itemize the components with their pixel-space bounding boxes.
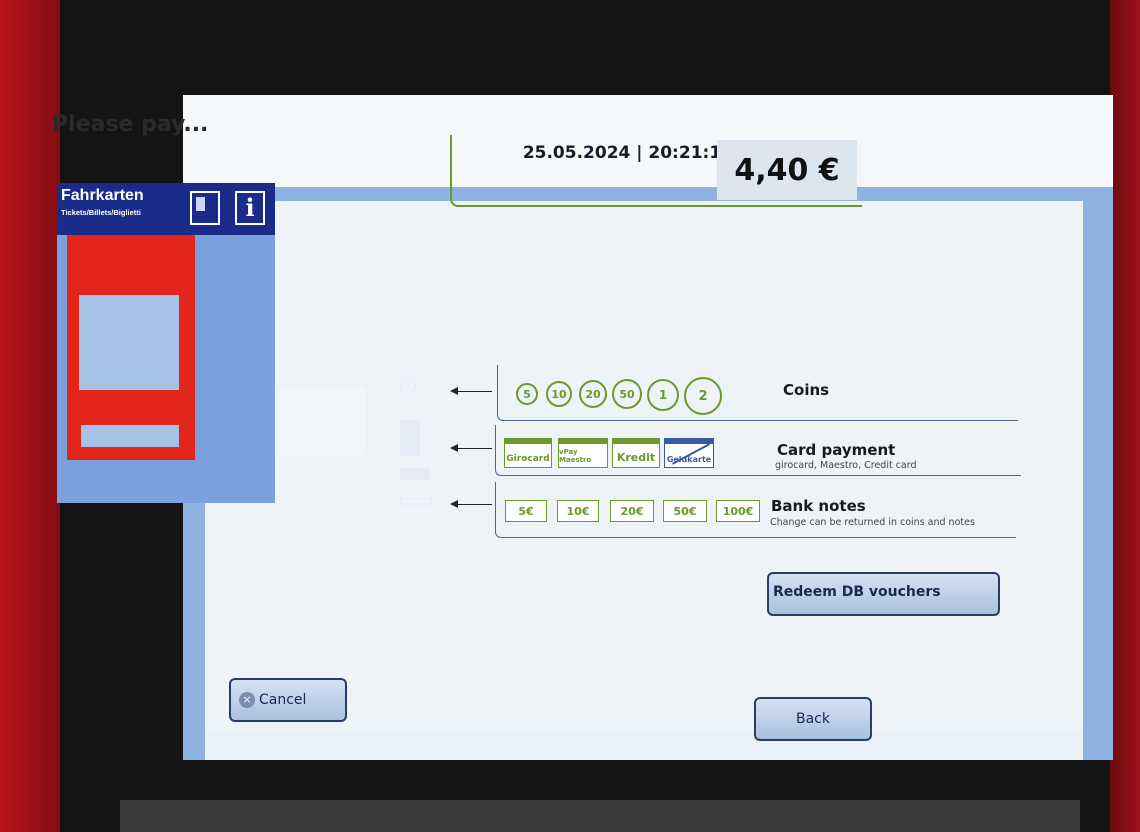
amount-due: 4,40 € <box>717 140 857 200</box>
card-logo-kredit: Kredit <box>612 438 660 468</box>
arrow-left-icon <box>450 500 492 508</box>
card-payment-label: Card payment <box>777 441 896 459</box>
page-title: Please pay... <box>52 112 209 137</box>
card-logo-vpay-maestro: vPay Maestro <box>558 438 608 468</box>
coin-2-euro: 2 <box>684 377 722 415</box>
coins-frame <box>497 365 1018 421</box>
coin-1-euro: 1 <box>647 379 679 411</box>
machine-screen-inner <box>279 387 365 455</box>
arrow-left-icon <box>450 387 492 395</box>
card-logo-girocard: Girocard <box>504 438 552 468</box>
note-100: 100€ <box>716 500 760 522</box>
info-icon: i <box>235 191 265 225</box>
note-5: 5€ <box>505 500 547 522</box>
card-payment-subtitle: girocard, Maestro, Credit card <box>775 460 917 471</box>
close-icon: × <box>239 692 255 708</box>
bank-notes-label: Bank notes <box>771 497 866 515</box>
note-50: 50€ <box>663 500 707 522</box>
back-button[interactable]: Back <box>754 697 872 741</box>
coins-label: Coins <box>783 381 830 399</box>
note-slot-icon <box>400 468 430 480</box>
bank-notes-subtitle: Change can be returned in coins and note… <box>770 517 975 528</box>
side-strip-right <box>1083 195 1113 760</box>
machine-ticket-slot <box>81 425 179 447</box>
card-reader-icon <box>400 420 420 456</box>
redeem-vouchers-button[interactable]: Redeem DB vouchers <box>767 572 1000 616</box>
machine-subtitle: Tickets/Billets/Biglietti <box>61 208 141 217</box>
coin-5: 5 <box>516 383 538 405</box>
machine-title: Fahrkarten <box>61 187 144 204</box>
coin-20: 20 <box>579 380 607 408</box>
cancel-label: Cancel <box>259 692 307 708</box>
coin-slot-icon: i <box>400 378 416 394</box>
arrow-left-icon <box>450 444 492 452</box>
cancel-button[interactable]: × Cancel <box>229 678 347 722</box>
card-logo-geldkarte: Geldkarte <box>664 438 714 468</box>
note-10: 10€ <box>557 500 599 522</box>
coin-10: 10 <box>546 381 572 407</box>
coin-50: 50 <box>612 379 642 409</box>
machine-diagram: Fahrkarten Tickets/Billets/Biglietti i <box>57 183 275 503</box>
device-icon <box>190 191 220 225</box>
note-20: 20€ <box>610 500 654 522</box>
machine-header: Fahrkarten Tickets/Billets/Biglietti i <box>57 183 275 235</box>
bezel-bottom <box>120 800 1080 832</box>
machine-screen <box>79 295 179 390</box>
machine-body <box>57 235 275 503</box>
ticket-slot-icon <box>400 498 432 506</box>
